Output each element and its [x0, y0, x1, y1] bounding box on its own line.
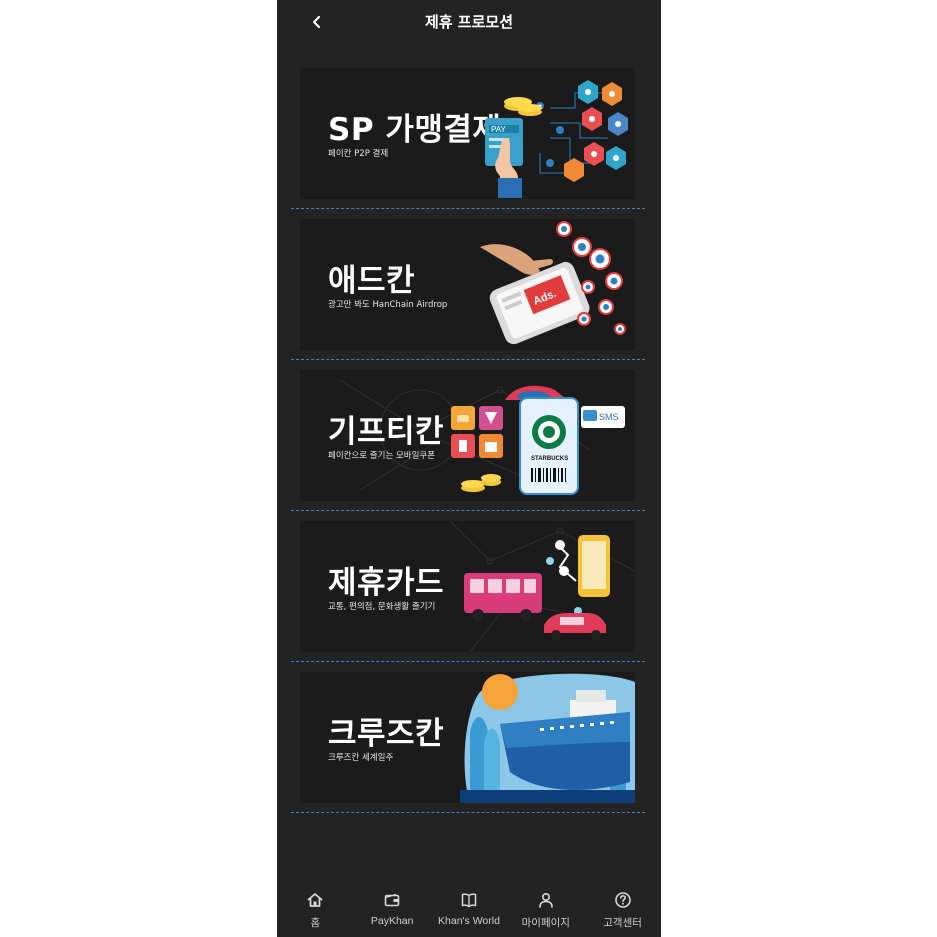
banner-adkhan[interactable]: 애드칸 광고만 봐도 HanChain Airdrop Ads. [300, 219, 635, 350]
payment-network-illustration: PAY [485, 80, 628, 198]
list-item: 기프티칸 페이칸으로 즐기는 모바일쿠폰 STARBUCKS SMS [277, 370, 661, 521]
banner-cruisekhan[interactable]: 크루즈칸 크루즈칸 세계일주 [300, 672, 635, 803]
banner-subtitle: 교통, 편의점, 문화생활 즐기기 [328, 602, 436, 612]
gift-coupon-illustration: STARBUCKS SMS [451, 385, 625, 495]
banner-title: 기프티칸 [328, 414, 445, 450]
banner-title: 애드칸 [328, 263, 416, 299]
bottom-navigation: 홈 PayKhan Khan's World 마이페이지 고객센터 [277, 887, 661, 937]
transport-city-illustration [464, 535, 610, 640]
nav-my-page[interactable]: 마이페이지 [508, 887, 584, 930]
divider [291, 661, 645, 662]
banner-subtitle: 광고만 봐도 HanChain Airdrop [328, 300, 448, 310]
banner-title: 제휴카드 [328, 565, 445, 601]
nav-khans-world[interactable]: Khan's World [431, 887, 507, 927]
help-circle-icon [614, 892, 631, 908]
banner-subtitle: 페이칸으로 즐기는 모바일쿠폰 [328, 451, 436, 461]
nav-label: 고객센터 [603, 917, 642, 929]
home-icon [307, 893, 323, 907]
app-screen: 제휴 프로모션 SP 가맹결제 페이칸 P2P 결제 PAY 애드칸 광고만 봐… [277, 0, 661, 937]
banner-subtitle: 페이칸 P2P 결제 [328, 149, 389, 159]
nav-paykhan[interactable]: PayKhan [354, 887, 430, 927]
page-title: 제휴 프로모션 [424, 13, 514, 31]
wallet-icon [384, 893, 400, 907]
divider [291, 812, 645, 813]
top-bar: 제휴 프로모션 [277, 0, 661, 44]
nav-customer-center[interactable]: 고객센터 [585, 887, 661, 930]
sms-label: SMS [599, 412, 619, 422]
person-icon [538, 892, 553, 908]
promotion-list: SP 가맹결제 페이칸 P2P 결제 PAY 애드칸 광고만 봐도 HanCha… [277, 68, 661, 823]
starbucks-label: STARBUCKS [531, 456, 568, 462]
list-item: 제휴카드 교통, 편의점, 문화생활 즐기기 [277, 521, 661, 672]
list-item: 애드칸 광고만 봐도 HanChain Airdrop Ads. [277, 219, 661, 370]
banner-title: SP 가맹결제 [328, 112, 502, 148]
banner-partner-card[interactable]: 제휴카드 교통, 편의점, 문화생활 즐기기 [300, 521, 635, 652]
book-icon [461, 893, 477, 908]
nav-label: 홈 [310, 917, 321, 929]
banner-title: 크루즈칸 [328, 716, 445, 752]
nav-label: Khan's World [438, 915, 500, 927]
cruise-ship-illustration [460, 673, 635, 803]
divider [291, 359, 645, 360]
nav-label: PayKhan [370, 915, 414, 927]
divider [291, 208, 645, 209]
list-item: SP 가맹결제 페이칸 P2P 결제 PAY [277, 68, 661, 219]
pay-label: PAY [491, 125, 506, 134]
nav-home[interactable]: 홈 [277, 887, 353, 930]
banner-giftykhan[interactable]: 기프티칸 페이칸으로 즐기는 모바일쿠폰 STARBUCKS SMS [300, 370, 635, 501]
ads-phone-illustration: Ads. [480, 221, 626, 345]
divider [291, 510, 645, 511]
nav-label: 마이페이지 [521, 917, 570, 929]
banner-subtitle: 크루즈칸 세계일주 [328, 753, 394, 763]
banner-sp-payment[interactable]: SP 가맹결제 페이칸 P2P 결제 PAY [300, 68, 635, 199]
list-item: 크루즈칸 크루즈칸 세계일주 [277, 672, 661, 823]
